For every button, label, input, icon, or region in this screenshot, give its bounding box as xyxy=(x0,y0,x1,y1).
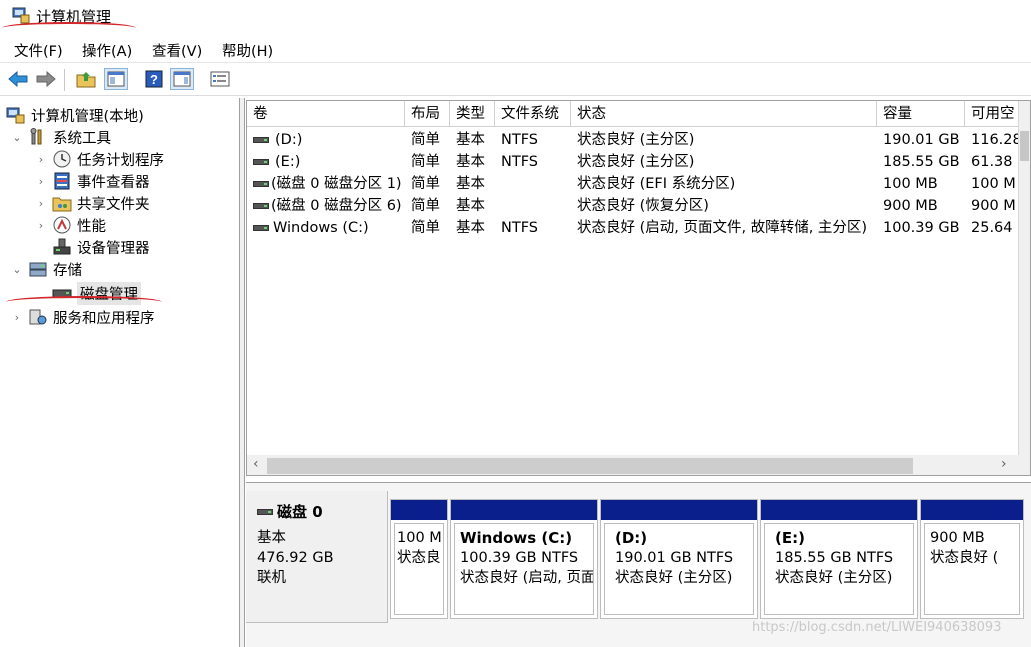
column-header-capacity[interactable]: 容量 xyxy=(877,101,965,127)
tree-item-system-tools[interactable]: ⌄ 系统工具 xyxy=(10,126,111,148)
performance-icon xyxy=(53,216,71,234)
device-manager-icon xyxy=(53,238,71,255)
navigation-tree: 计算机管理(本地) ⌄ 系统工具 › 任务计划程序 › 事件查看器 › 共享文件… xyxy=(0,98,240,647)
tree-item-performance[interactable]: › 性能 xyxy=(34,214,106,236)
partition-d[interactable]: (D:) 190.01 GB NTFS 状态良好 (主分区) xyxy=(600,499,758,619)
vertical-scrollbar[interactable] xyxy=(1018,101,1030,475)
volume-icon xyxy=(253,225,269,231)
chevron-down-icon[interactable]: ⌄ xyxy=(10,131,24,144)
tree-item-services-applications[interactable]: › 服务和应用程序 xyxy=(10,306,155,328)
menu-bar: 文件(F) 操作(A) 查看(V) 帮助(H) xyxy=(0,36,1031,62)
chevron-right-icon[interactable]: › xyxy=(10,311,24,324)
scroll-right-icon[interactable]: › xyxy=(1001,456,1007,472)
volume-icon xyxy=(253,181,269,187)
volume-icon xyxy=(253,137,269,143)
services-icon xyxy=(29,309,47,325)
back-arrow-icon[interactable] xyxy=(6,68,30,90)
tree-item-event-viewer[interactable]: › 事件查看器 xyxy=(34,170,150,192)
action-pane-icon[interactable] xyxy=(170,68,194,90)
volume-icon xyxy=(253,159,269,165)
table-row[interactable]: Windows (C:) 简单 基本 NTFS 状态良好 (启动, 页面文件, … xyxy=(247,217,1030,239)
watermark: https://blog.csdn.net/LIWEI940638093 xyxy=(752,620,1002,635)
column-header-free-space[interactable]: 可用空 xyxy=(965,101,1020,127)
partition-windows-c[interactable]: Windows (C:) 100.39 GB NTFS 状态良好 (启动, 页面 xyxy=(450,499,598,619)
menu-help[interactable]: 帮助(H) xyxy=(222,40,273,61)
menu-action[interactable]: 操作(A) xyxy=(82,40,132,61)
title-bar: 计算机管理 xyxy=(0,0,1031,34)
event-viewer-icon xyxy=(54,172,70,190)
computer-management-icon xyxy=(6,107,25,124)
up-folder-icon[interactable] xyxy=(74,68,98,90)
annotation-underline-disk-management xyxy=(6,296,162,308)
toolbar: ? xyxy=(0,62,1031,96)
tree-item-storage[interactable]: ⌄ 存储 xyxy=(10,258,82,280)
disk-status: 联机 xyxy=(257,570,286,586)
forward-arrow-icon[interactable] xyxy=(34,68,58,90)
partition-recovery[interactable]: 900 MB 状态良好 ( xyxy=(920,499,1024,619)
menu-view[interactable]: 查看(V) xyxy=(152,40,202,61)
disk-name: 磁盘 0 xyxy=(277,503,323,521)
tree-item-device-manager[interactable]: 设备管理器 xyxy=(34,236,150,258)
partition-e[interactable]: (E:) 185.55 GB NTFS 状态良好 (主分区) xyxy=(760,499,918,619)
help-icon[interactable]: ? xyxy=(142,68,166,90)
storage-icon xyxy=(29,262,47,277)
disk-size: 476.92 GB xyxy=(257,550,334,566)
volume-list: 卷 布局 类型 文件系统 状态 容量 可用空 (D:) 简单 基本 NTFS 状… xyxy=(246,100,1031,476)
shared-folder-icon xyxy=(52,197,72,212)
tree-item-task-scheduler[interactable]: › 任务计划程序 xyxy=(34,148,164,170)
chevron-right-icon[interactable]: › xyxy=(34,175,48,188)
table-row[interactable]: (磁盘 0 磁盘分区 6) 简单 基本 状态良好 (恢复分区) 900 MB 9… xyxy=(247,195,1030,217)
column-header-filesystem[interactable]: 文件系统 xyxy=(495,101,571,127)
column-header-status[interactable]: 状态 xyxy=(571,101,877,127)
vertical-scroll-thumb[interactable] xyxy=(1020,131,1029,161)
disk-icon xyxy=(257,508,273,515)
show-hide-tree-icon[interactable] xyxy=(104,68,128,90)
volume-icon xyxy=(253,203,269,209)
column-header-layout[interactable]: 布局 xyxy=(405,101,450,127)
annotation-underline-title xyxy=(2,22,136,34)
horizontal-scrollbar[interactable]: ‹ › xyxy=(247,455,1020,475)
pane-splitter[interactable] xyxy=(240,98,245,647)
horizontal-scroll-thumb[interactable] xyxy=(267,458,913,474)
partition-efi[interactable]: 100 M 状态良 xyxy=(390,499,448,619)
svg-text:?: ? xyxy=(150,72,158,87)
tools-icon xyxy=(30,128,42,145)
column-header-volume[interactable]: 卷 xyxy=(247,101,405,127)
tree-item-shared-folders[interactable]: › 共享文件夹 xyxy=(34,192,150,214)
table-row[interactable]: (D:) 简单 基本 NTFS 状态良好 (主分区) 190.01 GB 116… xyxy=(247,129,1030,151)
table-row[interactable]: (磁盘 0 磁盘分区 1) 简单 基本 状态良好 (EFI 系统分区) 100 … xyxy=(247,173,1030,195)
clock-icon xyxy=(53,150,71,168)
menu-file[interactable]: 文件(F) xyxy=(14,40,63,61)
disk-type: 基本 xyxy=(257,530,286,546)
tree-item-computer-management[interactable]: 计算机管理(本地) xyxy=(6,104,144,126)
chevron-right-icon[interactable]: › xyxy=(34,219,48,232)
disk-info[interactable]: 磁盘 0 基本 476.92 GB 联机 xyxy=(246,491,388,623)
computer-management-icon xyxy=(12,7,30,24)
scroll-left-icon[interactable]: ‹ xyxy=(253,456,259,472)
table-row[interactable]: (E:) 简单 基本 NTFS 状态良好 (主分区) 185.55 GB 61.… xyxy=(247,151,1030,173)
chevron-down-icon[interactable]: ⌄ xyxy=(10,263,24,276)
properties-icon[interactable] xyxy=(208,68,232,90)
chevron-right-icon[interactable]: › xyxy=(34,153,48,166)
chevron-right-icon[interactable]: › xyxy=(34,197,48,210)
column-header-type[interactable]: 类型 xyxy=(450,101,495,127)
